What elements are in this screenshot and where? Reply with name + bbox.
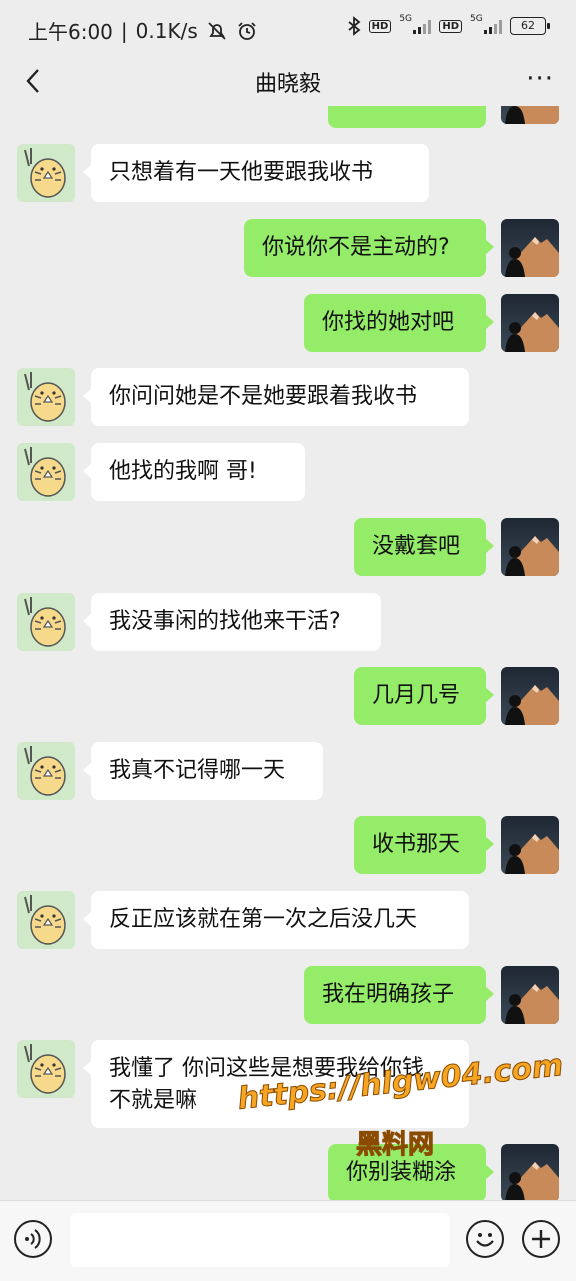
my-avatar[interactable] <box>501 219 559 277</box>
message-bubble[interactable]: 只想着有一天他要跟我收书 <box>83 144 429 202</box>
incoming-message: 我懂了 你问这些是想要我给你钱 不就是嘛 <box>0 1040 576 1128</box>
tiger-avatar-icon <box>17 368 75 426</box>
mountain-avatar-icon <box>501 106 559 124</box>
message-bubble[interactable]: 他找的我啊 哥! <box>83 443 305 501</box>
alarm-clock-icon <box>238 21 256 40</box>
outgoing-message: 几月几号 <box>0 667 576 725</box>
contact-avatar[interactable] <box>17 443 75 501</box>
outgoing-message: 你找的她对吧 <box>0 294 576 352</box>
chat-title: 曲晓毅 <box>254 72 321 97</box>
my-avatar[interactable] <box>501 667 559 725</box>
emoji-icon[interactable] <box>466 1220 504 1258</box>
message-input[interactable] <box>70 1213 450 1267</box>
message-bubble[interactable]: 你找的她对吧 <box>304 294 494 352</box>
more-functions-icon[interactable] <box>522 1220 560 1258</box>
message-bubble[interactable]: 收书那天 <box>354 816 494 874</box>
network-type-1: 5G <box>399 14 413 24</box>
tiger-avatar-icon <box>17 1040 75 1098</box>
message-bubble[interactable]: 你别装糊涂 <box>328 1144 494 1200</box>
my-avatar[interactable] <box>501 518 559 576</box>
mountain-avatar-icon <box>501 667 559 725</box>
outgoing-message: 我在明确孩子 <box>0 966 576 1024</box>
tiger-avatar-icon <box>17 593 75 651</box>
outgoing-message <box>0 106 576 128</box>
tiger-avatar-icon <box>17 443 75 501</box>
battery-icon: 62 <box>510 17 550 35</box>
my-avatar[interactable] <box>501 1144 559 1200</box>
network-type-2: 5G <box>470 14 483 24</box>
status-time: 上午6:00 <box>28 20 113 44</box>
mountain-avatar-icon <box>501 816 559 874</box>
contact-avatar[interactable] <box>17 1040 75 1098</box>
mute-bell-icon <box>208 21 226 40</box>
voice-waves-icon <box>25 1229 41 1249</box>
mountain-avatar-icon <box>501 294 559 352</box>
message-bubble[interactable]: 你说你不是主动的? <box>244 219 494 277</box>
message-bubble[interactable]: 反正应该就在第一次之后没几天 <box>83 891 469 949</box>
incoming-message: 我没事闲的找他来干活? <box>0 593 576 651</box>
signal-bars-2-icon <box>484 18 502 34</box>
status-right: HD 5G HD 5G 62 <box>347 14 550 36</box>
tiger-avatar-icon <box>17 742 75 800</box>
message-bubble[interactable]: 我没事闲的找他来干活? <box>83 593 381 651</box>
message-bubble[interactable]: 几月几号 <box>354 667 494 725</box>
signal-2: 5G <box>470 14 502 34</box>
outgoing-message: 你说你不是主动的? <box>0 219 576 277</box>
input-bar <box>0 1200 576 1281</box>
hd-badge-1: HD <box>368 19 392 33</box>
contact-avatar[interactable] <box>17 891 75 949</box>
message-bubble[interactable]: 没戴套吧 <box>354 518 494 576</box>
incoming-message: 我真不记得哪一天 <box>0 742 576 800</box>
my-avatar[interactable] <box>501 106 559 124</box>
bluetooth-icon <box>348 16 361 36</box>
mountain-avatar-icon <box>501 518 559 576</box>
message-bubble[interactable]: 我在明确孩子 <box>304 966 494 1024</box>
contact-avatar[interactable] <box>17 368 75 426</box>
incoming-message: 你问问她是不是她要跟着我收书 <box>0 368 576 426</box>
my-avatar[interactable] <box>501 294 559 352</box>
my-avatar[interactable] <box>501 816 559 874</box>
signal-bars-1-icon <box>413 18 432 34</box>
message-bubble[interactable]: 我懂了 你问这些是想要我给你钱 不就是嘛 <box>83 1040 469 1128</box>
outgoing-message: 没戴套吧 <box>0 518 576 576</box>
contact-avatar[interactable] <box>17 742 75 800</box>
mountain-avatar-icon <box>501 966 559 1024</box>
message-bubble[interactable]: 我真不记得哪一天 <box>83 742 323 800</box>
status-bar: 上午6:00 | 0.1K/s HD 5G HD 5G 62 <box>0 0 576 60</box>
outgoing-message: 你别装糊涂 <box>0 1144 576 1200</box>
status-divider: | <box>120 18 128 43</box>
mountain-avatar-icon <box>501 1144 559 1200</box>
network-speed: 0.1K/s <box>135 18 198 43</box>
message-bubble[interactable] <box>328 106 486 128</box>
smiley-face-icon <box>476 1233 494 1247</box>
outgoing-message: 收书那天 <box>0 816 576 874</box>
incoming-message: 他找的我啊 哥! <box>0 443 576 501</box>
incoming-message: 反正应该就在第一次之后没几天 <box>0 891 576 949</box>
tiger-avatar-icon <box>17 144 75 202</box>
tiger-avatar-icon <box>17 891 75 949</box>
signal-1: 5G <box>399 14 432 34</box>
my-avatar[interactable] <box>501 966 559 1024</box>
message-bubble[interactable]: 你问问她是不是她要跟着我收书 <box>83 368 469 426</box>
voice-input-icon[interactable] <box>14 1220 52 1258</box>
hd-badge-2: HD <box>439 19 462 33</box>
status-left: 上午6:00 | 0.1K/s <box>28 16 258 45</box>
plus-icon <box>532 1230 550 1248</box>
contact-avatar[interactable] <box>17 593 75 651</box>
more-options-icon[interactable]: ··· <box>526 64 554 94</box>
incoming-message: 只想着有一天他要跟我收书 <box>0 144 576 202</box>
message-list[interactable]: 只想着有一天他要跟我收书你说你不是主动的? 你找的她对吧你问问她是不是她要跟着我收… <box>0 106 576 1200</box>
mountain-avatar-icon <box>501 219 559 277</box>
chat-header: 曲晓毅 ··· <box>0 60 576 106</box>
contact-avatar[interactable] <box>17 144 75 202</box>
